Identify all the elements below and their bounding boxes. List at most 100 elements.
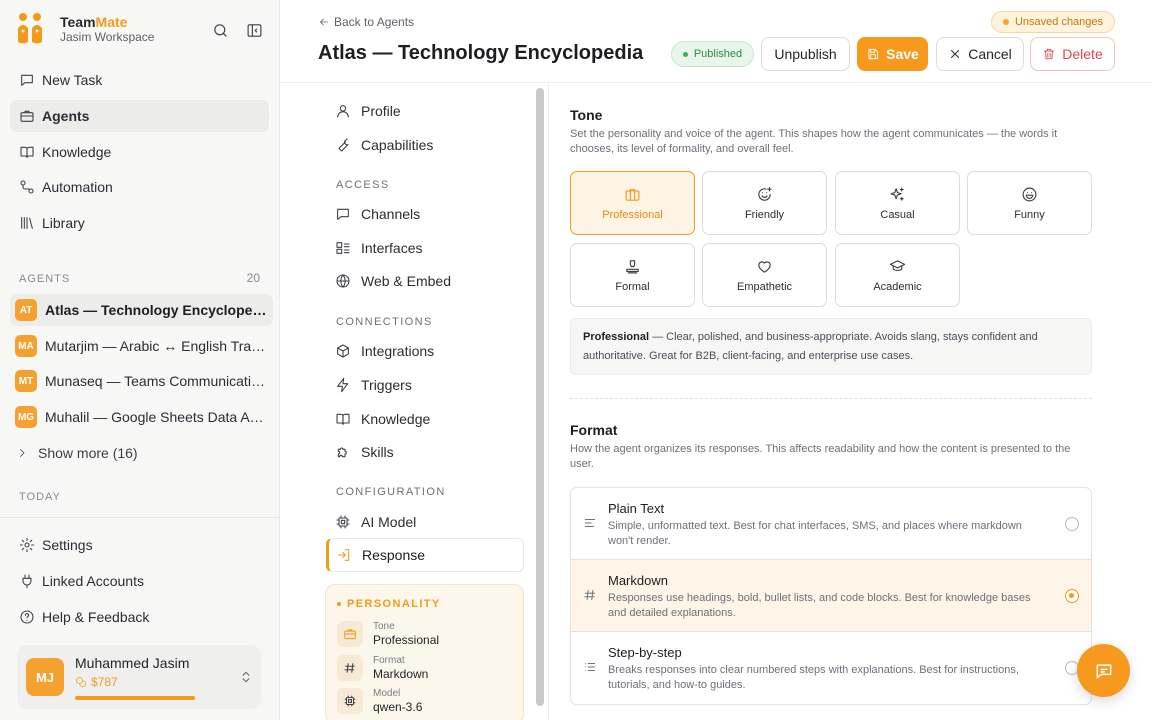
tone-option-empathetic[interactable]: Empathetic <box>702 243 827 307</box>
format-option-step-by-step[interactable]: Step-by-step Breaks responses into clear… <box>571 632 1091 704</box>
personality-row-model: Model qwen-3.6 <box>337 688 422 714</box>
agent-item[interactable]: AT Atlas — Technology Encyclopedia <box>10 294 273 326</box>
subnav-label: Web & Embed <box>361 273 452 289</box>
subnav-ai-model[interactable]: AI Model <box>326 505 524 539</box>
content-divider <box>548 83 549 720</box>
nav-help-feedback[interactable]: Help & Feedback <box>10 601 269 633</box>
section-divider <box>570 398 1092 399</box>
agents-count: 20 <box>246 271 260 285</box>
subnav-profile[interactable]: Profile <box>326 94 524 128</box>
text-lines-icon <box>583 516 597 530</box>
subnav-label: Capabilities <box>361 137 434 153</box>
subnav-capabilities[interactable]: Capabilities <box>326 128 524 162</box>
coins-icon <box>75 676 87 688</box>
tone-option-friendly[interactable]: Friendly <box>702 171 827 235</box>
tone-option-academic[interactable]: Academic <box>835 243 960 307</box>
format-option-plain-text[interactable]: Plain Text Simple, unformatted text. Bes… <box>571 488 1091 560</box>
brand[interactable]: TeamMate Jasim Workspace <box>16 12 154 46</box>
nav-label: Settings <box>42 537 93 553</box>
format-option-desc: Responses use headings, bold, bullet lis… <box>608 592 1031 619</box>
save-button[interactable]: Save <box>857 37 928 71</box>
show-more-button[interactable]: Show more (16) <box>16 443 138 463</box>
personality-row-format: Format Markdown <box>337 655 428 681</box>
sidebar-toggle-icon[interactable] <box>246 22 264 40</box>
chat-support-button[interactable] <box>1077 644 1130 697</box>
hash-icon <box>583 588 597 602</box>
flow-icon <box>19 179 35 195</box>
cancel-button[interactable]: Cancel <box>936 37 1024 71</box>
format-options-list: Plain Text Simple, unformatted text. Bes… <box>570 487 1092 705</box>
subnav-response[interactable]: Response <box>326 538 524 572</box>
tone-option-professional[interactable]: Professional <box>570 171 695 235</box>
chat-bubble-icon <box>335 206 351 222</box>
format-radio-plain-text[interactable] <box>1065 517 1079 531</box>
subnav-label: Profile <box>361 103 401 119</box>
subnav-skills[interactable]: Skills <box>326 435 524 469</box>
nav-settings[interactable]: Settings <box>10 529 269 561</box>
book-icon <box>19 144 35 160</box>
wrench-icon <box>335 137 351 153</box>
tone-option-casual[interactable]: Casual <box>835 171 960 235</box>
tone-option-formal[interactable]: Formal <box>570 243 695 307</box>
format-section-description: How the agent organizes its responses. T… <box>570 443 1071 470</box>
agent-item[interactable]: MT Munaseq — Teams Communication Assista… <box>10 365 273 397</box>
tone-selected-description: Professional — Clear, polished, and busi… <box>570 318 1092 375</box>
laugh-icon <box>1021 186 1038 203</box>
subnav-web-embed[interactable]: Web & Embed <box>326 264 524 298</box>
nav-agents[interactable]: Agents <box>10 100 269 132</box>
subnav-interfaces[interactable]: Interfaces <box>326 231 524 265</box>
personality-value: Professional <box>373 633 440 647</box>
tone-option-funny[interactable]: Funny <box>967 171 1092 235</box>
status-dot <box>1002 19 1009 25</box>
subnav-label: Response <box>362 547 426 563</box>
unpublish-button[interactable]: Unpublish <box>761 37 850 71</box>
agent-item[interactable]: MA Mutarjim — Arabic ↔ English Translato… <box>10 330 273 362</box>
published-label: Published <box>693 48 743 60</box>
subnav-integrations[interactable]: Integrations <box>326 334 524 368</box>
format-option-markdown[interactable]: Markdown Responses use headings, bold, b… <box>571 560 1091 632</box>
subnav-knowledge[interactable]: Knowledge <box>326 402 524 436</box>
subnav-label: Interfaces <box>361 240 423 256</box>
search-icon[interactable] <box>212 22 230 40</box>
subnav-channels[interactable]: Channels <box>326 197 524 231</box>
plug-icon <box>19 573 35 589</box>
workspace-name: Jasim Workspace <box>60 30 155 44</box>
graduation-cap-icon <box>889 258 906 275</box>
trash-icon <box>1042 47 1056 61</box>
chevron-up-down-icon[interactable] <box>239 668 253 686</box>
heart-icon <box>756 258 773 275</box>
nav-library[interactable]: Library <box>10 207 269 239</box>
subnav-scrollbar[interactable] <box>536 88 544 706</box>
user-card[interactable]: MJ Muhammed Jasim $787 <box>17 645 261 709</box>
subnav-label: Channels <box>361 206 421 222</box>
delete-label: Delete <box>1062 46 1103 62</box>
floppy-disk-icon <box>866 47 880 61</box>
agents-section-label: AGENTS <box>19 273 71 285</box>
nav-new-task[interactable]: New Task <box>10 64 269 96</box>
user-name: Muhammed Jasim <box>75 655 190 671</box>
globe-icon <box>335 273 351 289</box>
sidebar-divider <box>0 517 280 518</box>
nav-linked-accounts[interactable]: Linked Accounts <box>10 565 269 597</box>
response-icon <box>336 547 352 563</box>
subnav-triggers[interactable]: Triggers <box>326 368 524 402</box>
tone-option-label: Formal <box>615 280 650 293</box>
back-label: Back to Agents <box>334 15 415 29</box>
format-radio-markdown[interactable] <box>1065 589 1079 603</box>
agent-item[interactable]: MG Muhalil — Google Sheets Data Analyst <box>10 401 273 433</box>
back-to-agents-link[interactable]: Back to Agents <box>318 15 414 29</box>
chip-icon <box>337 688 363 714</box>
user-credit: $787 <box>75 675 118 689</box>
nav-automation[interactable]: Automation <box>10 171 269 203</box>
nav-knowledge[interactable]: Knowledge <box>10 136 269 168</box>
show-more-label: Show more (16) <box>38 445 138 461</box>
sidebar: TeamMate Jasim Workspace New Task Agents… <box>0 0 280 720</box>
close-icon <box>948 47 962 61</box>
agent-avatar: MG <box>15 406 37 428</box>
delete-button[interactable]: Delete <box>1030 37 1115 71</box>
briefcase-icon <box>624 186 641 203</box>
tone-option-label: Professional <box>602 208 663 221</box>
stamp-icon <box>624 258 641 275</box>
library-icon <box>19 215 35 231</box>
personality-summary-card: PERSONALITY Tone Professional Format Mar… <box>325 584 524 720</box>
